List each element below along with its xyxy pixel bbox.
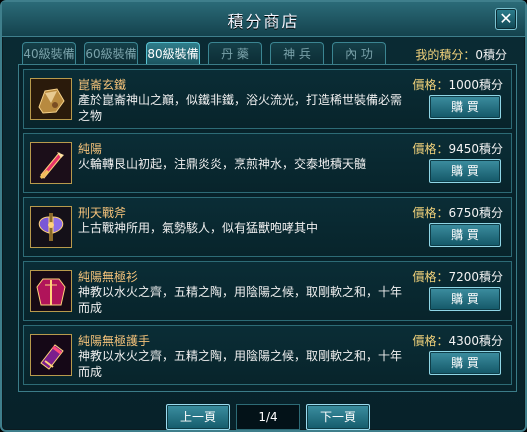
item-description: 火輪轉艮山初起，注鼎炎炎，烹煎神水，交泰地積天髓 xyxy=(78,157,367,171)
item-name: 純陽無極衫 xyxy=(78,270,139,284)
my-points-value: 0積分 xyxy=(475,48,507,62)
tab-40-equipment[interactable]: 40級裝備 xyxy=(22,42,76,64)
item-name: 刑天戰斧 xyxy=(78,206,127,220)
list-item: 純陽無極護手 神教以水火之齊，五精之陶，用陰陽之候，取剛軟之和，十年而成 價格：… xyxy=(23,325,512,385)
item-name: 純陽 xyxy=(78,142,103,156)
price-label: 價格： xyxy=(412,334,449,348)
my-points: 我的積分：0積分 xyxy=(415,46,507,63)
buy-button[interactable]: 購 買 xyxy=(429,95,501,119)
close-icon: ✕ xyxy=(499,9,513,28)
price-value: 4300積分 xyxy=(448,334,503,348)
price-value: 7200積分 xyxy=(448,270,503,284)
item-description: 上古戰神所用，氣勢駭人，似有猛獸咆哮其中 xyxy=(78,221,319,235)
robe-icon xyxy=(30,270,72,312)
list-item: 崑崙玄鐵 產於崑崙神山之巔，似鐵非鐵，浴火流光，打造稀世裝備必需之物 價格：10… xyxy=(23,69,512,129)
buy-button[interactable]: 購 買 xyxy=(429,351,501,375)
item-list-panel: 崑崙玄鐵 產於崑崙神山之巔，似鐵非鐵，浴火流光，打造稀世裝備必需之物 價格：10… xyxy=(18,64,517,392)
close-button[interactable]: ✕ xyxy=(495,8,517,30)
item-name: 純陽無極護手 xyxy=(78,334,151,348)
price-label: 價格： xyxy=(412,270,449,284)
tab-80-equipment[interactable]: 80級裝備 xyxy=(146,42,200,64)
page-indicator: 1/4 xyxy=(236,404,300,430)
tab-inner-skills[interactable]: 內 功 xyxy=(332,42,386,64)
prev-page-button[interactable]: 上一頁 xyxy=(166,404,230,430)
sword-icon xyxy=(30,142,72,184)
item-name: 崑崙玄鐵 xyxy=(78,78,127,92)
points-shop-window: 積分商店 ✕ 40級裝備 60級裝備 80級裝備 丹 藥 神 兵 內 功 我的積… xyxy=(0,0,527,432)
tab-60-equipment[interactable]: 60級裝備 xyxy=(84,42,138,64)
price-label: 價格： xyxy=(412,206,449,220)
buy-button[interactable]: 購 買 xyxy=(429,287,501,311)
item-price: 價格：7200積分 xyxy=(407,268,503,285)
item-description: 產於崑崙神山之巔，似鐵非鐵，浴火流光，打造稀世裝備必需之物 xyxy=(78,93,403,123)
price-value: 1000積分 xyxy=(448,78,503,92)
item-price: 價格：9450積分 xyxy=(407,140,503,157)
list-item: 刑天戰斧 上古戰神所用，氣勢駭人，似有猛獸咆哮其中 價格：6750積分 購 買 xyxy=(23,197,512,257)
buy-button[interactable]: 購 買 xyxy=(429,159,501,183)
price-label: 價格： xyxy=(412,142,449,156)
title-bar: 積分商店 ✕ xyxy=(2,2,525,37)
next-page-button[interactable]: 下一頁 xyxy=(306,404,370,430)
list-item: 純陽 火輪轉艮山初起，注鼎炎炎，烹煎神水，交泰地積天髓 價格：9450積分 購 … xyxy=(23,133,512,193)
item-price: 價格：6750積分 xyxy=(407,204,503,221)
my-points-label: 我的積分： xyxy=(415,48,476,62)
tab-divine-weapons[interactable]: 神 兵 xyxy=(270,42,324,64)
item-price: 價格：4300積分 xyxy=(407,332,503,349)
item-description: 神教以水火之齊，五精之陶，用陰陽之候，取剛軟之和，十年而成 xyxy=(78,285,403,315)
price-value: 6750積分 xyxy=(448,206,503,220)
tab-elixirs[interactable]: 丹 藥 xyxy=(208,42,262,64)
price-value: 9450積分 xyxy=(448,142,503,156)
price-label: 價格： xyxy=(412,78,449,92)
axe-icon xyxy=(30,206,72,248)
item-description: 神教以水火之齊，五精之陶，用陰陽之候，取剛軟之和，十年而成 xyxy=(78,349,403,379)
window-title: 積分商店 xyxy=(227,12,300,31)
item-price: 價格：1000積分 xyxy=(407,76,503,93)
ore-icon xyxy=(30,78,72,120)
gauntlet-icon xyxy=(30,334,72,376)
buy-button[interactable]: 購 買 xyxy=(429,223,501,247)
list-item: 純陽無極衫 神教以水火之齊，五精之陶，用陰陽之候，取剛軟之和，十年而成 價格：7… xyxy=(23,261,512,321)
